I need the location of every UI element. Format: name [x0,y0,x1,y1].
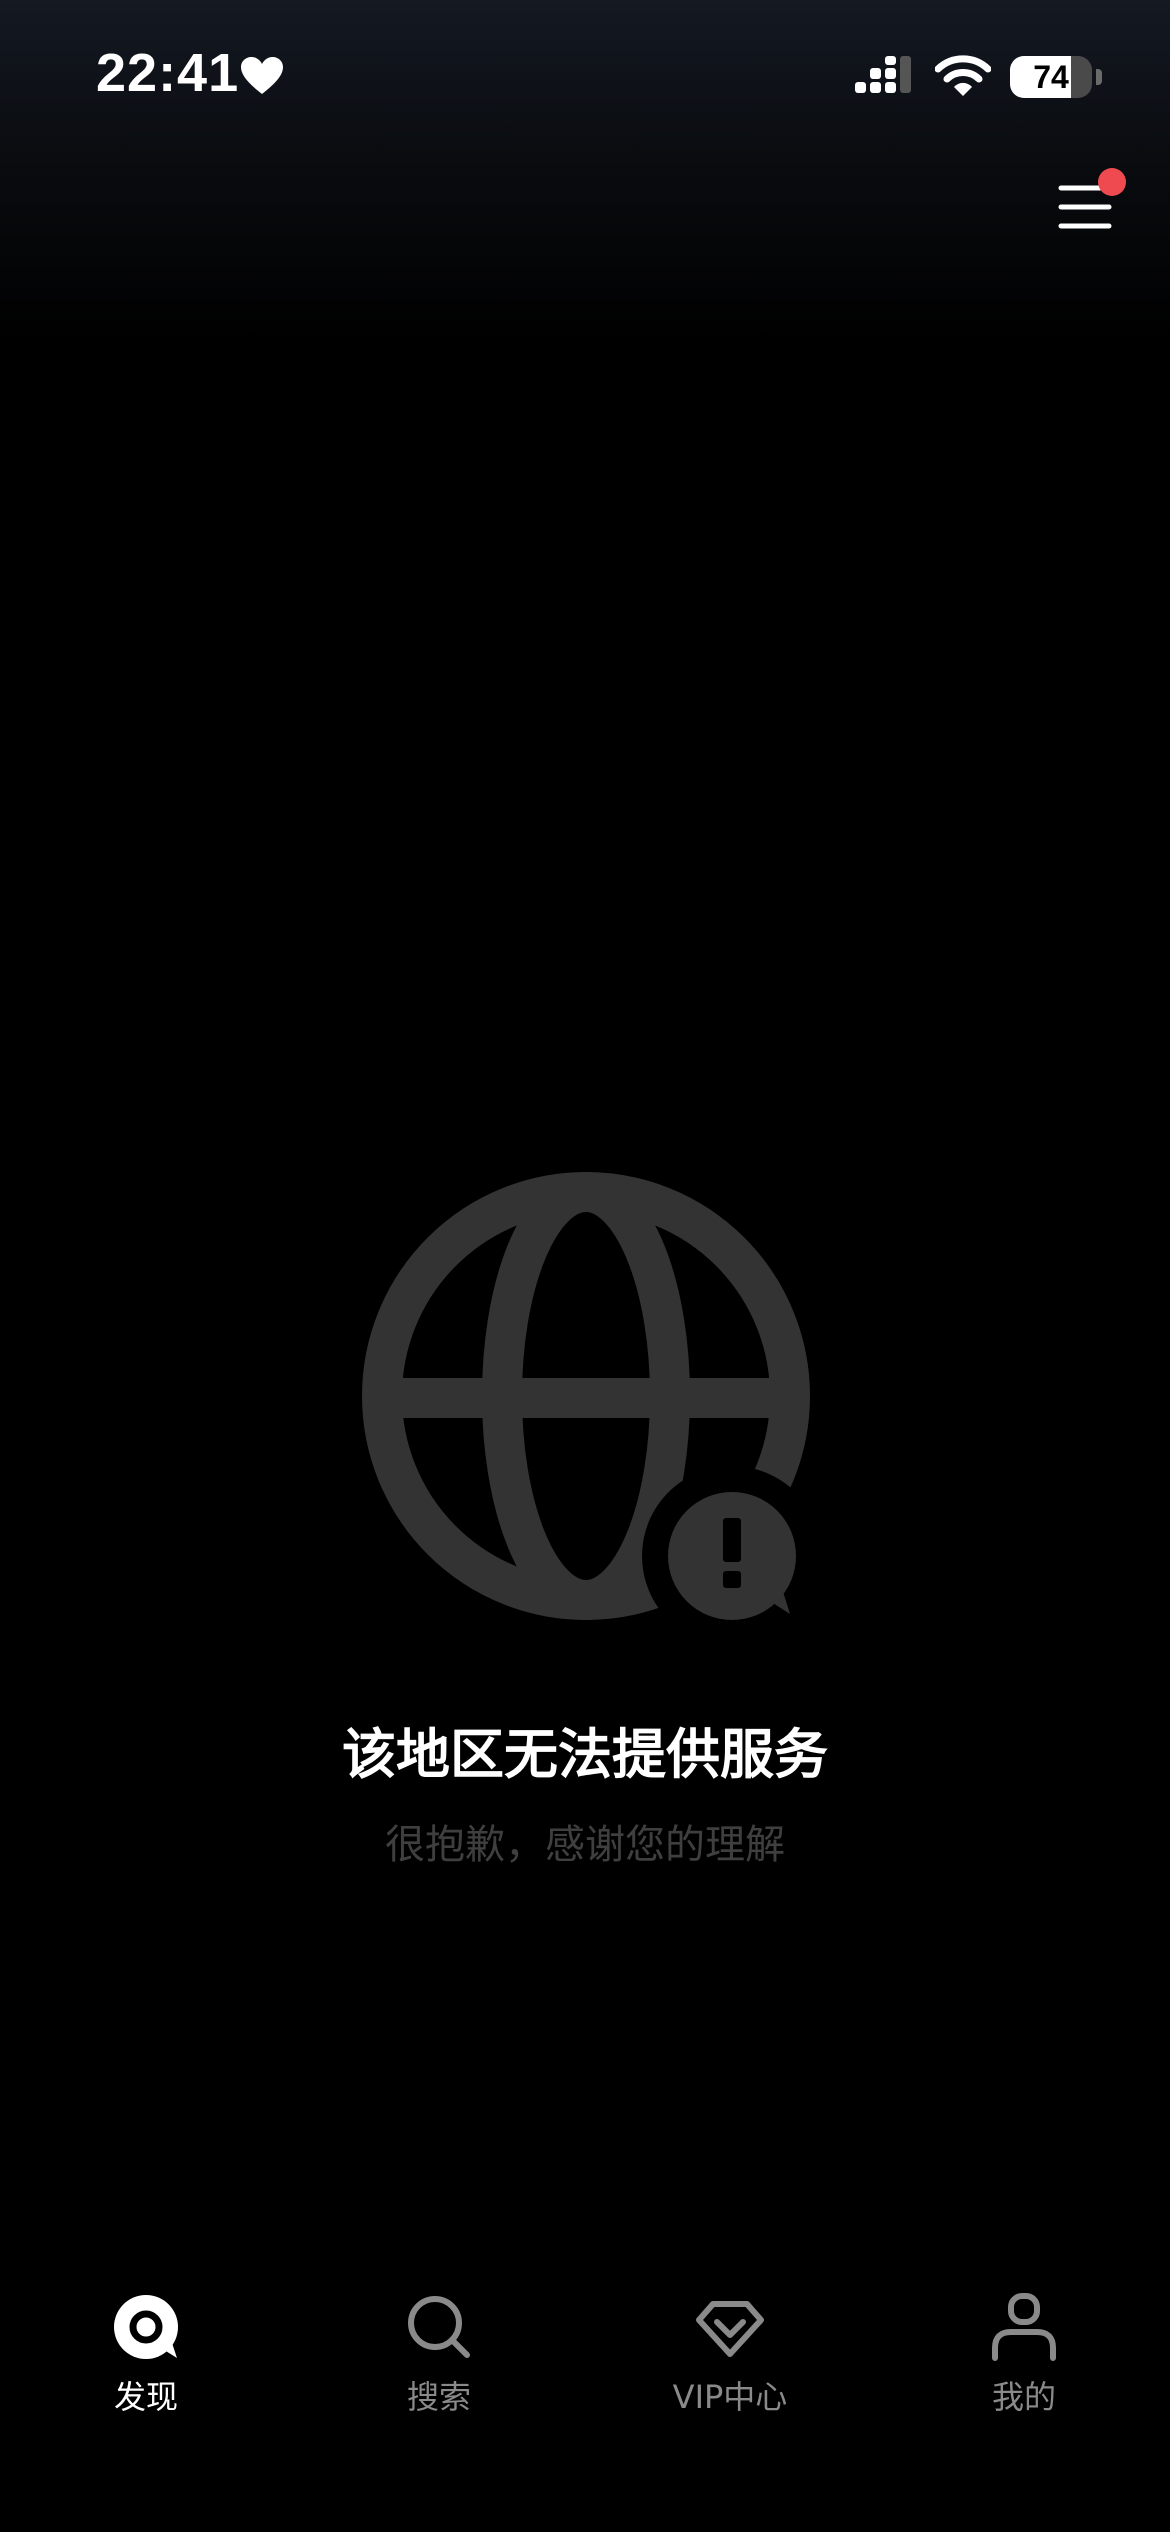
discover-icon [114,2295,178,2359]
battery-percentage: 74 [1033,58,1069,95]
battery-indicator: 74 [1010,56,1092,98]
menu-button[interactable] [1050,168,1130,242]
status-bar: 22:41 74 [0,0,1170,150]
tab-profile[interactable]: 我的 [914,2270,1134,2420]
bottom-tab-bar: 发现 搜索 VIP中心 我的 [0,2270,1170,2430]
status-time: 22:41 [96,43,240,103]
globe-warning-icon [362,1172,814,1624]
search-icon [408,2296,470,2358]
notification-dot [1098,168,1126,196]
tab-vip-center[interactable]: VIP中心 [620,2270,840,2420]
tab-label: 我的 [991,2378,1056,2416]
battery-tip [1096,69,1102,85]
wifi-icon [935,55,991,96]
vip-diamond-icon [696,2301,764,2357]
unavailable-subtitle: 很抱歉，感谢您的理解 [385,1822,785,1868]
profile-icon [992,2293,1056,2361]
tab-label: 搜索 [406,2378,471,2416]
heart-icon [241,57,283,94]
tab-label: 发现 [113,2378,178,2416]
unavailable-title: 该地区无法提供服务 [342,1723,828,1786]
tab-discover[interactable]: 发现 [36,2270,256,2420]
signal-icon [855,56,911,93]
tab-search[interactable]: 搜索 [329,2270,549,2420]
tab-label: VIP中心 [672,2378,788,2416]
